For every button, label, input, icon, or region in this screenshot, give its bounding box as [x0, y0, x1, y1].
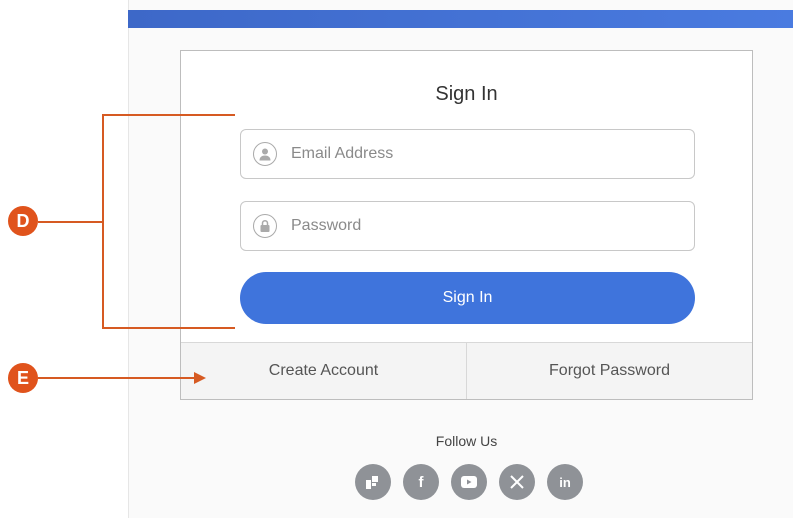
follow-us-label: Follow Us: [435, 433, 498, 449]
callout-d: D: [8, 206, 38, 236]
email-field[interactable]: [240, 129, 695, 179]
callout-d-line: [38, 221, 102, 223]
password-field[interactable]: [240, 201, 695, 251]
arrow-right-icon: [194, 372, 206, 384]
brand-icon[interactable]: [355, 464, 391, 500]
password-input[interactable]: [289, 216, 673, 236]
forgot-password-link[interactable]: Forgot Password: [466, 343, 752, 399]
youtube-icon[interactable]: [451, 464, 487, 500]
bracket-vertical: [102, 114, 104, 329]
facebook-icon[interactable]: f: [403, 464, 439, 500]
social-links: f in: [355, 464, 583, 500]
bracket-top: [102, 114, 235, 116]
header-bar: [128, 10, 793, 28]
callout-e: E: [8, 363, 38, 393]
lock-icon: [253, 214, 277, 238]
card-footer: Create Account Forgot Password: [181, 342, 752, 399]
sign-in-button[interactable]: Sign In: [240, 272, 695, 324]
bracket-bottom: [102, 327, 235, 329]
sign-in-title: Sign In: [435, 83, 498, 105]
x-icon[interactable]: [499, 464, 535, 500]
email-input[interactable]: [289, 144, 673, 164]
create-account-link[interactable]: Create Account: [181, 343, 466, 399]
linkedin-icon[interactable]: in: [547, 464, 583, 500]
user-icon: [253, 142, 277, 166]
callout-e-line: [38, 377, 196, 379]
sign-in-card: Sign In Sign In Create Account Forgot Pa…: [180, 50, 753, 400]
